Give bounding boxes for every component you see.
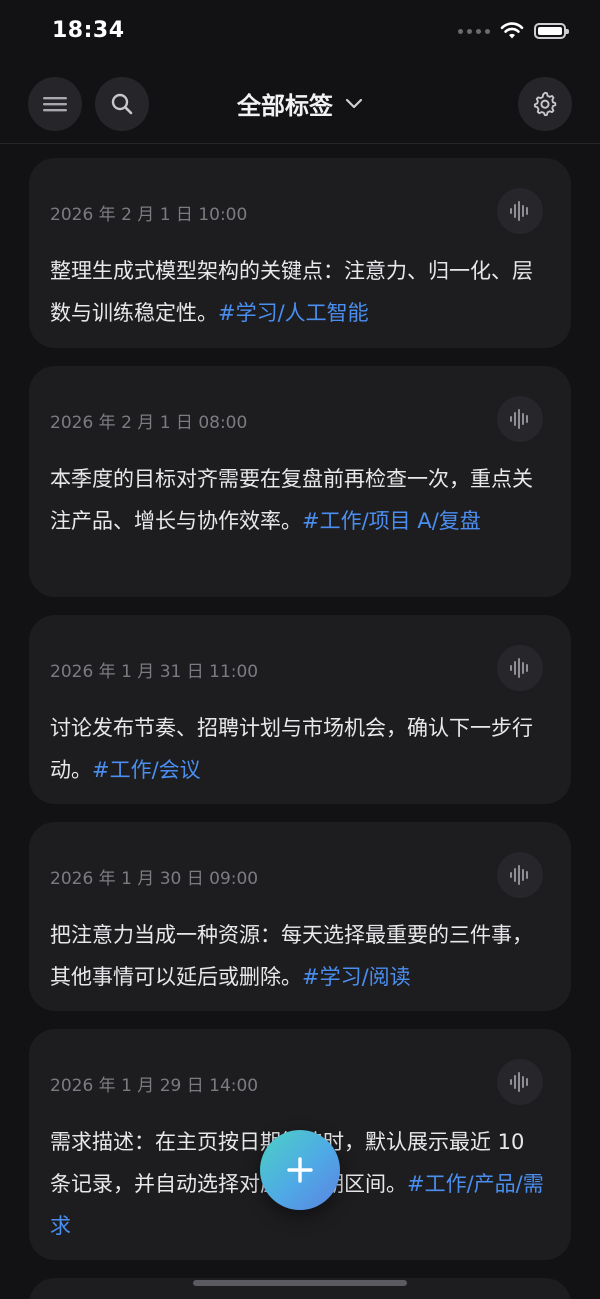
note-time: 2026 年 1 月 29 日 14:00 <box>50 1076 259 1096</box>
home-indicator <box>193 1280 407 1286</box>
note-tag[interactable]: #学习/阅读 <box>302 965 411 989</box>
waveform-icon <box>510 865 528 885</box>
waveform-icon <box>510 201 528 221</box>
note-time: 2026 年 2 月 1 日 08:00 <box>50 413 248 433</box>
note-content: 本季度的目标对齐需要在复盘前再检查一次，重点关注产品、增长与协作效率。#工作/项… <box>50 458 550 542</box>
note-list: 2026 年 2 月 1 日 10:00 整理生成式模型架构的关键点：注意力、归… <box>29 158 571 1299</box>
note-time: 2026 年 1 月 30 日 09:00 <box>50 869 259 889</box>
status-bar: 18:34 <box>0 0 600 66</box>
wifi-icon <box>500 22 524 39</box>
note-tag[interactable]: #工作/项目 A/复盘 <box>302 509 481 533</box>
plus-icon <box>287 1157 313 1183</box>
note-tag[interactable]: #工作/会议 <box>92 758 201 782</box>
status-time: 18:34 <box>52 18 125 43</box>
app-screen: 18:34 全部标签 2026 年 2 月 1 日 10:00 整理生成式模型架… <box>0 0 600 1299</box>
voice-button[interactable] <box>497 645 543 691</box>
top-bar: 全部标签 <box>0 70 600 144</box>
settings-button[interactable] <box>518 77 572 131</box>
page-title: 全部标签 <box>237 92 333 120</box>
battery-icon <box>534 23 569 39</box>
add-note-button[interactable] <box>260 1130 340 1210</box>
waveform-icon <box>510 658 528 678</box>
tag-filter-dropdown[interactable]: 全部标签 <box>0 86 600 121</box>
note-card[interactable]: 2026 年 1 月 30 日 09:00 把注意力当成一种资源：每天选择最重要… <box>29 822 571 1011</box>
chevron-down-icon <box>345 98 363 108</box>
note-card[interactable]: 2026 年 2 月 1 日 10:00 整理生成式模型架构的关键点：注意力、归… <box>29 158 571 348</box>
note-time: 2026 年 2 月 1 日 10:00 <box>50 205 248 225</box>
note-content: 整理生成式模型架构的关键点：注意力、归一化、层数与训练稳定性。#学习/人工智能 <box>50 250 550 334</box>
note-content: 讨论发布节奏、招聘计划与市场机会，确认下一步行动。#工作/会议 <box>50 707 550 791</box>
note-tag[interactable]: #学习/人工智能 <box>218 301 369 325</box>
note-time: 2026 年 1 月 31 日 11:00 <box>50 662 259 682</box>
note-card[interactable]: 2026 年 2 月 1 日 08:00 本季度的目标对齐需要在复盘前再检查一次… <box>29 366 571 597</box>
voice-button[interactable] <box>497 396 543 442</box>
waveform-icon <box>510 1072 528 1092</box>
note-content: 把注意力当成一种资源：每天选择最重要的三件事，其他事情可以延后或删除。#学习/阅… <box>50 914 550 998</box>
waveform-icon <box>510 409 528 429</box>
note-text: 把注意力当成一种资源：每天选择最重要的三件事，其他事情可以延后或删除。 <box>50 923 533 989</box>
status-icons <box>458 22 569 40</box>
note-card[interactable]: 2026 年 1 月 31 日 11:00 讨论发布节奏、招聘计划与市场机会，确… <box>29 615 571 804</box>
voice-button[interactable] <box>497 852 543 898</box>
voice-button[interactable] <box>497 188 543 234</box>
signal-dots-icon <box>458 28 490 34</box>
voice-button[interactable] <box>497 1059 543 1105</box>
gear-icon <box>533 91 557 117</box>
